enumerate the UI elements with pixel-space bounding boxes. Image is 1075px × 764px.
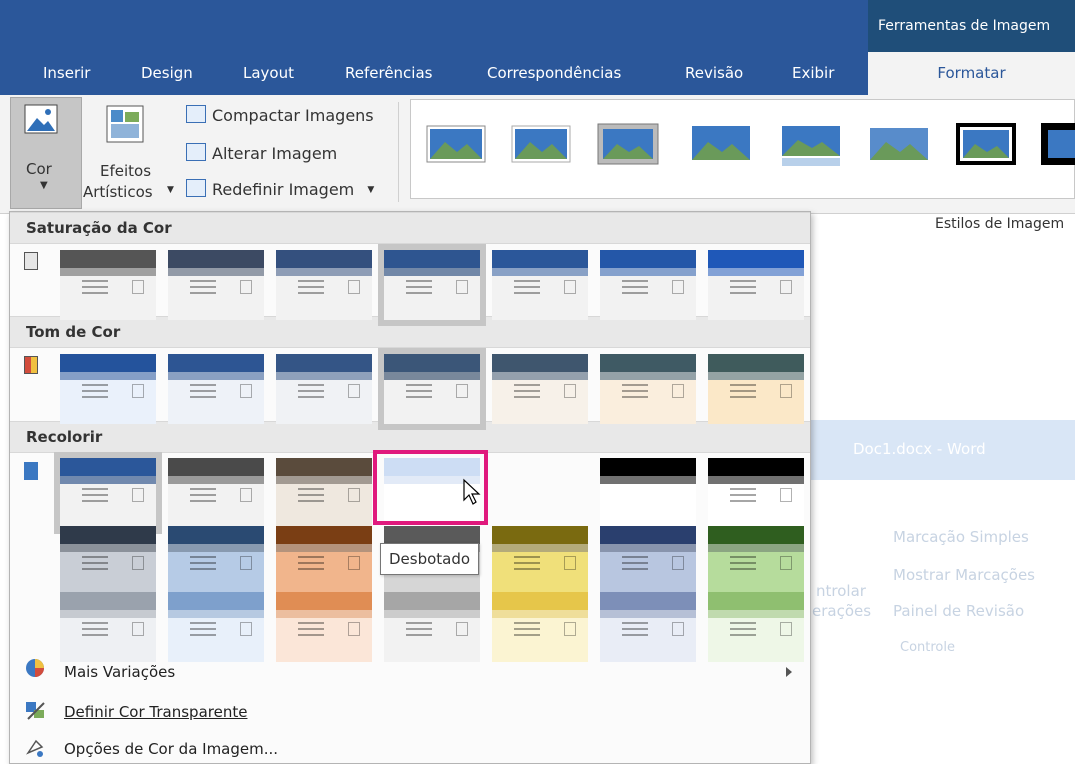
submenu-arrow-icon xyxy=(786,667,792,677)
recolor-swatch[interactable] xyxy=(600,592,696,662)
saturation-swatch[interactable] xyxy=(276,250,372,320)
recolor-swatch[interactable] xyxy=(600,526,696,596)
reset-picture-label: Redefinir Imagem xyxy=(212,180,355,199)
more-variations-icon xyxy=(26,659,44,677)
saturation-swatch[interactable] xyxy=(384,250,480,320)
saturation-swatch[interactable] xyxy=(708,250,804,320)
recolor-icon xyxy=(24,462,38,480)
recolor-swatch[interactable] xyxy=(168,526,264,596)
tone-icon xyxy=(24,356,38,374)
track-changes-label-2[interactable]: erações xyxy=(812,602,871,620)
saturation-header: Saturação da Cor xyxy=(10,212,810,244)
tone-swatch[interactable] xyxy=(492,354,588,424)
tab-referencias[interactable]: Referências xyxy=(345,52,432,95)
tab-layout[interactable]: Layout xyxy=(243,52,294,95)
saturation-icon xyxy=(24,252,38,270)
tell-me-hint: zer... xyxy=(812,485,849,503)
ribbon-divider xyxy=(398,102,399,202)
change-picture-button[interactable]: Alterar Imagem xyxy=(186,143,337,163)
tab-exibir[interactable]: Exibir xyxy=(792,52,834,95)
picture-style-reflected[interactable] xyxy=(780,120,842,168)
tab-revisao[interactable]: Revisão xyxy=(685,52,743,95)
chevron-down-icon: ▼ xyxy=(367,185,375,195)
recolor-swatch[interactable] xyxy=(276,458,372,528)
picture-style-beveled[interactable] xyxy=(597,120,659,168)
tone-swatch[interactable] xyxy=(168,354,264,424)
recolor-swatch[interactable] xyxy=(60,458,156,528)
change-picture-icon xyxy=(186,143,206,161)
reset-picture-icon xyxy=(186,179,206,197)
recolor-swatch[interactable] xyxy=(168,458,264,528)
tab-correspondencias[interactable]: Correspondências xyxy=(487,52,621,95)
word-window-title: Doc1.docx - Word xyxy=(853,440,986,458)
recolor-swatch[interactable] xyxy=(492,592,588,662)
saturation-swatch[interactable] xyxy=(168,250,264,320)
picture-style-thick-frame[interactable] xyxy=(1040,120,1075,168)
tooltip: Desbotado xyxy=(380,543,480,575)
compress-label: Compactar Imagens xyxy=(212,106,374,125)
set-transparent-icon xyxy=(26,702,45,720)
color-button-label: Cor xyxy=(26,160,52,178)
picture-styles-group-label: Estilos de Imagem xyxy=(935,216,1065,232)
context-tab-label: Ferramentas de Imagem xyxy=(868,0,1075,52)
picture-style-simple-frame[interactable] xyxy=(425,120,487,168)
picture-style-double-frame[interactable] xyxy=(955,120,1017,168)
recolor-swatch[interactable] xyxy=(708,526,804,596)
picture-style-drop-shadow[interactable] xyxy=(690,120,752,168)
saturation-swatch[interactable] xyxy=(600,250,696,320)
tone-swatch[interactable] xyxy=(384,354,480,424)
chevron-down-icon: ▼ xyxy=(40,180,48,191)
more-variations-item[interactable]: Mais Variações xyxy=(64,663,175,681)
show-markup-option[interactable]: Mostrar Marcações xyxy=(893,566,1035,584)
tone-swatch[interactable] xyxy=(60,354,156,424)
picture-style-soft-frame[interactable] xyxy=(510,120,572,168)
recolor-swatch[interactable] xyxy=(708,592,804,662)
document-background xyxy=(810,240,1075,764)
recolor-swatch[interactable] xyxy=(708,458,804,528)
artistic-effects-icon xyxy=(106,105,144,143)
controle-group-label: Controle xyxy=(900,640,955,655)
saturation-swatch[interactable] xyxy=(492,250,588,320)
recolor-swatch[interactable] xyxy=(384,592,480,662)
tab-formatar[interactable]: Formatar xyxy=(868,52,1075,95)
artistic-effects-label-1[interactable]: Efeitos xyxy=(100,162,151,180)
review-pane-option[interactable]: Painel de Revisão xyxy=(893,602,1024,620)
tone-swatch[interactable] xyxy=(708,354,804,424)
mouse-cursor-icon xyxy=(463,478,481,505)
color-button[interactable]: Cor ▼ xyxy=(10,97,82,209)
change-picture-label: Alterar Imagem xyxy=(212,144,338,163)
color-options-item[interactable]: Opções de Cor da Imagem... xyxy=(64,740,278,758)
picture-icon xyxy=(24,104,58,134)
markup-simple-option[interactable]: Marcação Simples xyxy=(893,528,1029,546)
tab-inserir[interactable]: Inserir xyxy=(43,52,90,95)
recolor-swatch[interactable] xyxy=(60,526,156,596)
recolor-swatch[interactable] xyxy=(600,458,696,528)
chevron-down-icon: ▼ xyxy=(167,185,174,195)
saturation-swatch[interactable] xyxy=(60,250,156,320)
recolor-swatch[interactable] xyxy=(492,526,588,596)
picture-style-soft-edge[interactable] xyxy=(868,120,930,168)
track-changes-label-1[interactable]: ntrolar xyxy=(816,582,866,600)
artistic-effects-label-2[interactable]: Artísticos xyxy=(83,183,153,201)
recolor-swatch[interactable] xyxy=(168,592,264,662)
set-transparent-item[interactable]: Definir Cor Transparente xyxy=(64,703,247,721)
recolor-swatch[interactable] xyxy=(276,526,372,596)
color-options-icon xyxy=(25,739,44,757)
compress-button[interactable]: Compactar Imagens xyxy=(186,105,374,125)
tone-swatch[interactable] xyxy=(276,354,372,424)
reset-picture-button[interactable]: Redefinir Imagem ▼ xyxy=(186,179,374,199)
tone-swatch[interactable] xyxy=(600,354,696,424)
recolor-swatch[interactable] xyxy=(276,592,372,662)
recolor-swatch[interactable] xyxy=(60,592,156,662)
tab-design[interactable]: Design xyxy=(141,52,193,95)
compress-icon xyxy=(186,105,206,123)
